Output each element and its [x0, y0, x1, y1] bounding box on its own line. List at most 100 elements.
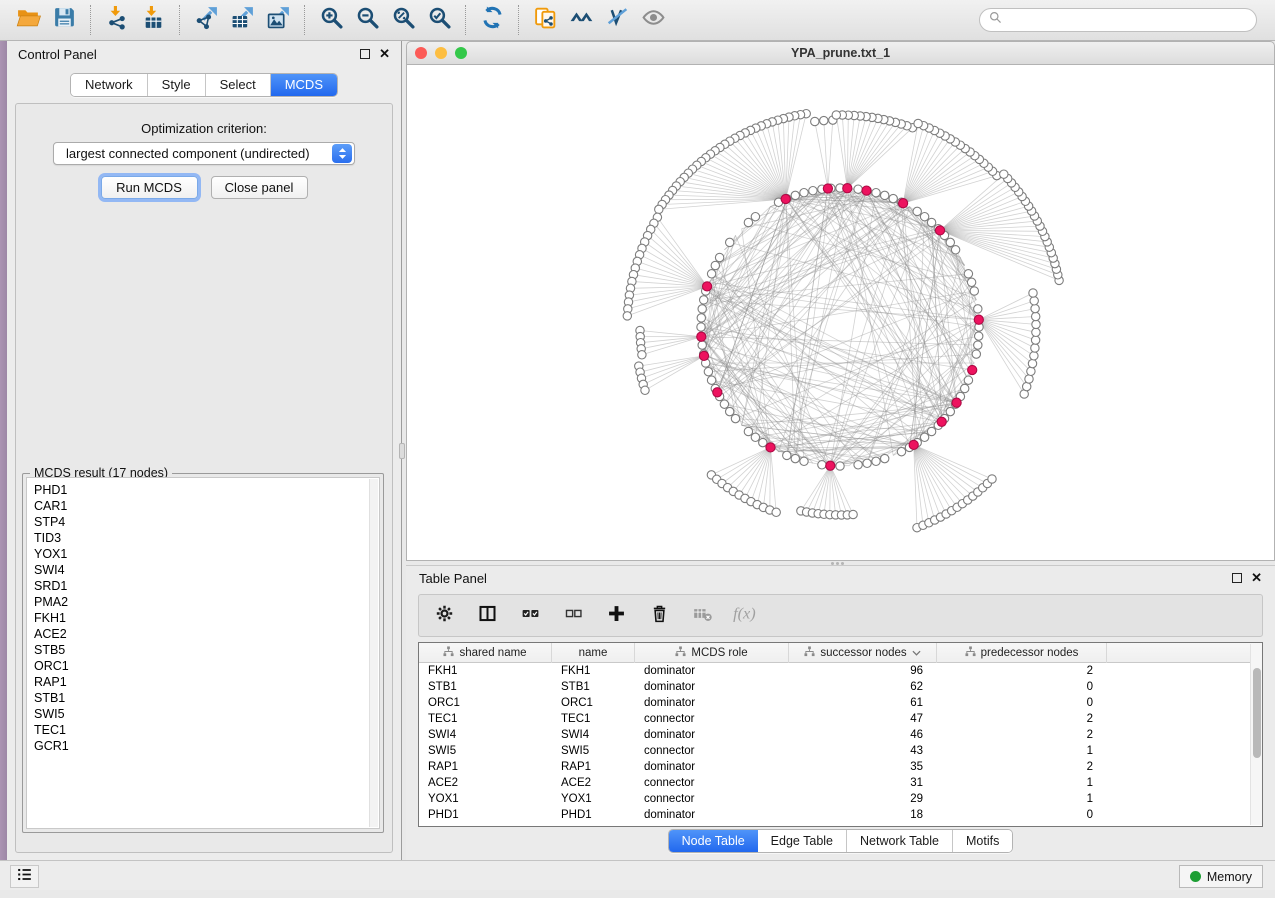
network-node[interactable]	[623, 312, 631, 320]
mcds-result-node[interactable]: PMA2	[34, 594, 379, 610]
network-node[interactable]	[889, 194, 897, 202]
delete-table-button[interactable]	[689, 603, 715, 629]
mcds-result-node[interactable]: ACE2	[34, 626, 379, 642]
network-node[interactable]	[1031, 336, 1039, 344]
mcds-hub-node[interactable]	[935, 226, 944, 235]
network-node[interactable]	[881, 191, 889, 199]
mcds-hub-node[interactable]	[703, 282, 712, 291]
memory-button[interactable]: Memory	[1179, 865, 1263, 888]
mcds-hub-node[interactable]	[713, 388, 722, 397]
network-node[interactable]	[854, 461, 862, 469]
network-node[interactable]	[791, 191, 799, 199]
network-node[interactable]	[974, 305, 982, 313]
cell-shared-name[interactable]: STB1	[419, 679, 552, 695]
cell-predecessor-nodes[interactable]: 1	[937, 775, 1107, 791]
tab-network[interactable]: Network	[71, 74, 148, 96]
cell-name[interactable]: ORC1	[552, 695, 635, 711]
mcds-result-node[interactable]: SWI4	[34, 562, 379, 578]
mcds-hub-node[interactable]	[699, 351, 708, 360]
column-header-predecessor-nodes[interactable]: predecessor nodes	[937, 643, 1107, 663]
vertical-splitter-grip[interactable]	[399, 443, 405, 459]
network-node[interactable]	[854, 185, 862, 193]
network-node[interactable]	[1000, 170, 1008, 178]
cell-successor-nodes[interactable]: 61	[789, 695, 937, 711]
network-node[interactable]	[970, 287, 978, 295]
network-node[interactable]	[1032, 320, 1040, 328]
network-node[interactable]	[914, 119, 922, 127]
network-node[interactable]	[946, 407, 954, 415]
cell-shared-name[interactable]: SWI4	[419, 727, 552, 743]
float-panel-icon[interactable]	[360, 49, 370, 59]
cell-successor-nodes[interactable]: 18	[789, 807, 937, 823]
network-node[interactable]	[975, 332, 983, 340]
network-node[interactable]	[863, 459, 871, 467]
network-node[interactable]	[697, 323, 705, 331]
cell-predecessor-nodes[interactable]: 2	[937, 711, 1107, 727]
export-network-button[interactable]	[188, 3, 224, 37]
network-node[interactable]	[967, 278, 975, 286]
cell-shared-name[interactable]: PHD1	[419, 807, 552, 823]
network-node[interactable]	[811, 117, 819, 125]
cell-MCDS-role[interactable]: dominator	[635, 759, 789, 775]
network-node[interactable]	[951, 246, 959, 254]
zoom-fit-button[interactable]	[385, 3, 421, 37]
cell-MCDS-role[interactable]: dominator	[635, 679, 789, 695]
deselect-all-button[interactable]	[560, 603, 586, 629]
optimization-criterion-select[interactable]: largest connected component (undirected)	[53, 142, 355, 165]
tab-style[interactable]: Style	[148, 74, 206, 96]
network-node[interactable]	[1027, 367, 1035, 375]
column-header-successor-nodes[interactable]: successor nodes	[789, 643, 937, 663]
network-canvas[interactable]	[406, 65, 1275, 561]
open-folder-button[interactable]	[10, 3, 46, 37]
cell-predecessor-nodes[interactable]: 0	[937, 807, 1107, 823]
tab-motifs[interactable]: Motifs	[953, 830, 1012, 852]
network-graph[interactable]	[407, 65, 1274, 560]
network-node[interactable]	[751, 213, 759, 221]
table-row[interactable]: FKH1FKH1dominator962	[419, 663, 1262, 679]
mcds-hub-node[interactable]	[826, 461, 835, 470]
table-row[interactable]: ACE2ACE2connector311	[419, 775, 1262, 791]
network-node[interactable]	[720, 400, 728, 408]
network-node[interactable]	[927, 218, 935, 226]
network-node[interactable]	[744, 427, 752, 435]
import-network-button[interactable]	[99, 3, 135, 37]
network-node[interactable]	[832, 111, 840, 119]
network-node[interactable]	[1025, 375, 1033, 383]
network-node[interactable]	[849, 510, 857, 518]
network-node[interactable]	[715, 253, 723, 261]
cell-predecessor-nodes[interactable]: 2	[937, 759, 1107, 775]
network-node[interactable]	[783, 451, 791, 459]
mcds-hub-node[interactable]	[968, 365, 977, 374]
cell-shared-name[interactable]: SWI5	[419, 743, 552, 759]
cell-name[interactable]: STB1	[552, 679, 635, 695]
network-node[interactable]	[913, 207, 921, 215]
cell-shared-name[interactable]: ACE2	[419, 775, 552, 791]
split-columns-button[interactable]	[474, 603, 500, 629]
share-document-button[interactable]	[527, 3, 563, 37]
cell-MCDS-role[interactable]: dominator	[635, 663, 789, 679]
cell-successor-nodes[interactable]: 96	[789, 663, 937, 679]
table-row[interactable]: SWI5SWI5connector431	[419, 743, 1262, 759]
network-node[interactable]	[751, 433, 759, 441]
cell-MCDS-role[interactable]: connector	[635, 743, 789, 759]
network-node[interactable]	[697, 314, 705, 322]
tab-select[interactable]: Select	[206, 74, 271, 96]
mcds-hub-node[interactable]	[862, 186, 871, 195]
network-node[interactable]	[1030, 297, 1038, 305]
save-button[interactable]	[46, 3, 82, 37]
run-mcds-button[interactable]: Run MCDS	[101, 176, 198, 199]
network-window-titlebar[interactable]: YPA_prune.txt_1	[406, 41, 1275, 65]
close-panel-button[interactable]: Close panel	[211, 176, 308, 199]
mcds-result-node[interactable]: FKH1	[34, 610, 379, 626]
cell-predecessor-nodes[interactable]: 1	[937, 791, 1107, 807]
table-row[interactable]: STB1STB1dominator620	[419, 679, 1262, 695]
network-node[interactable]	[809, 187, 817, 195]
network-node[interactable]	[972, 350, 980, 358]
network-node[interactable]	[791, 454, 799, 462]
cell-MCDS-role[interactable]: connector	[635, 791, 789, 807]
network-node[interactable]	[707, 270, 715, 278]
network-node[interactable]	[964, 270, 972, 278]
mcds-result-node[interactable]: STB5	[34, 642, 379, 658]
cell-shared-name[interactable]: FKH1	[419, 663, 552, 679]
network-node[interactable]	[881, 454, 889, 462]
